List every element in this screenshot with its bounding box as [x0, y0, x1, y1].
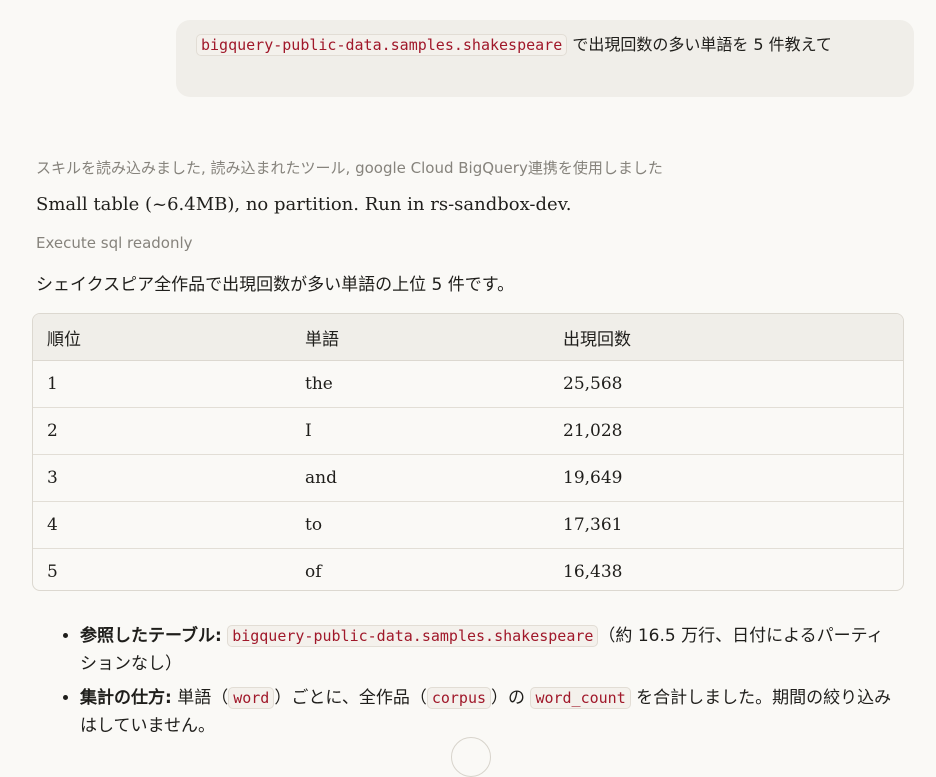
cell-word: to	[291, 501, 549, 549]
table-row: 4 to 17,361	[33, 501, 903, 549]
note-label: 参照したテーブル:	[80, 626, 222, 646]
note-text: ）の	[491, 688, 531, 708]
tool-action-label[interactable]: Execute sql readonly	[36, 234, 193, 252]
cell-rank: 4	[33, 501, 291, 549]
corpus-code: corpus	[426, 687, 492, 709]
cell-word: and	[291, 454, 549, 502]
note-table-code: bigquery-public-data.samples.shakespeare	[227, 625, 599, 647]
answer-intro: シェイクスピア全作品で出現回数が多い単語の上位 5 件です。	[36, 275, 515, 295]
table-name-code: bigquery-public-data.samples.shakespeare	[196, 34, 568, 56]
table-row: 3 and 19,649	[33, 454, 903, 502]
cell-rank: 1	[33, 360, 291, 408]
cell-rank: 3	[33, 454, 291, 502]
notes-list: 参照したテーブル: bigquery-public-data.samples.s…	[48, 622, 900, 746]
cell-word: of	[305, 562, 322, 582]
note-reference-table: 参照したテーブル: bigquery-public-data.samples.s…	[80, 622, 900, 678]
cell-count: 19,649	[549, 454, 903, 502]
note-text: ）ごとに、全作品（	[274, 688, 427, 708]
user-message-text: で出現回数の多い単語を 5 件教えて	[567, 35, 832, 54]
note-aggregation: 集計の仕方: 単語（word）ごとに、全作品（corpus）の word_cou…	[80, 684, 900, 740]
tool-usage-summary[interactable]: スキルを読み込みました, 読み込まれたツール, google Cloud Big…	[36, 157, 663, 178]
header-word: 単語	[291, 314, 549, 361]
cell-rank: 2	[33, 407, 291, 455]
cell-count: 25,568	[549, 360, 903, 408]
word-code: word	[228, 687, 275, 709]
header-rank: 順位	[33, 314, 291, 361]
cell-word: the	[291, 360, 549, 408]
assistant-thinking-line: Small table (~6.4MB), no partition. Run …	[36, 194, 572, 215]
cell-count: 17,361	[549, 501, 903, 549]
table-row: 5 of 16,438	[33, 549, 903, 591]
note-text: 単語（	[171, 688, 229, 708]
scroll-down-button[interactable]	[451, 737, 491, 777]
results-table: 順位 単語 出現回数 1 the 25,568 2 I 21,028 3 and…	[32, 313, 904, 591]
note-label: 集計の仕方:	[80, 688, 172, 708]
cell-count: 16,438	[563, 562, 623, 582]
cell-count: 21,028	[549, 407, 903, 455]
cell-word: I	[291, 407, 549, 455]
word-count-code: word_count	[530, 687, 631, 709]
table-header-row: 順位 単語 出現回数	[33, 314, 903, 361]
table-row: 2 I 21,028	[33, 407, 903, 455]
table-row: 1 the 25,568	[33, 360, 903, 408]
user-message-bubble: bigquery-public-data.samples.shakespeare…	[176, 20, 914, 97]
cell-rank: 5	[47, 562, 58, 582]
header-count: 出現回数	[549, 314, 903, 361]
